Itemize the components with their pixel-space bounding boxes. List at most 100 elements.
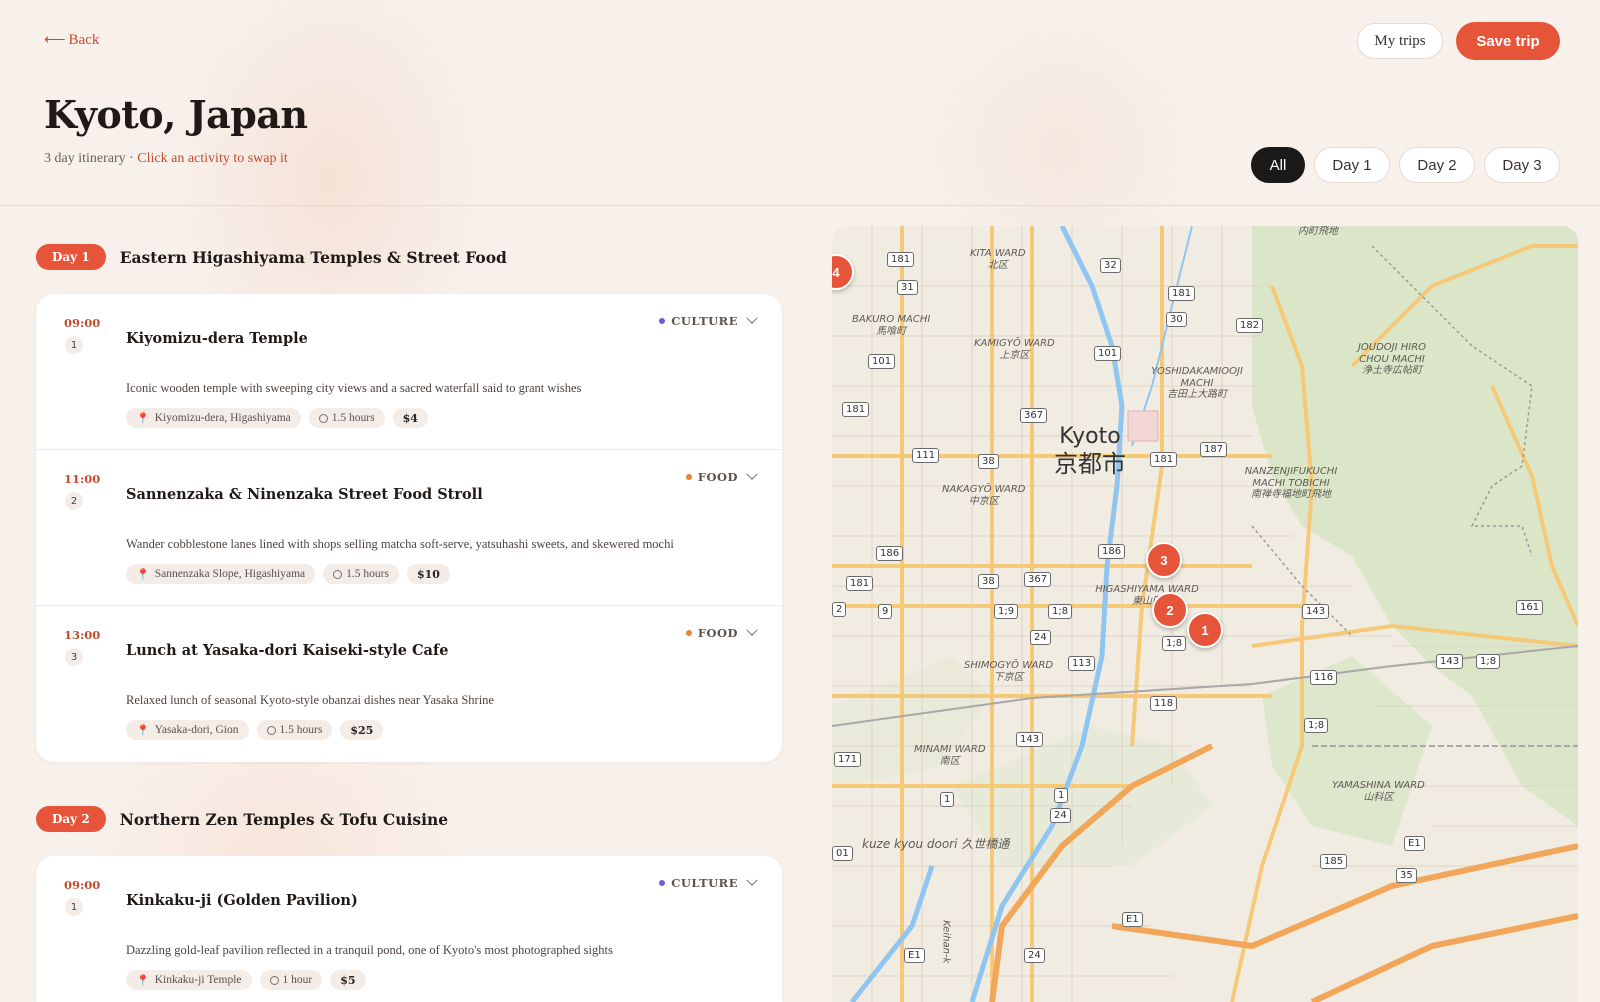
route-shield: 182: [1236, 318, 1264, 333]
route-shield: E1: [1404, 836, 1425, 851]
category-dot-icon: [659, 318, 666, 324]
city-label: Kyoto 京都市: [1054, 424, 1126, 479]
route-shield: 367: [1020, 408, 1048, 423]
category-toggle[interactable]: CULTURE: [659, 874, 758, 890]
category-toggle[interactable]: FOOD: [685, 468, 758, 484]
route-shield: 38: [978, 574, 999, 589]
route-shield: 24: [1030, 630, 1051, 645]
map-marker[interactable]: 1: [1187, 612, 1223, 648]
activity-tags: 📍 Kinkaku-ji Temple 1 hour $5: [126, 970, 366, 990]
ward-label: KITA WARD 北区: [970, 248, 1026, 271]
street-label: kuze kyou doori 久世橋通: [862, 837, 1010, 851]
route-shield: 186: [1098, 544, 1126, 559]
page-subtitle: 3 day itinerary · Click an activity to s…: [44, 151, 288, 167]
category-dot-icon: [685, 630, 692, 636]
route-shield: 1;8: [1304, 718, 1329, 733]
route-shield: 31: [897, 280, 918, 295]
activity-item[interactable]: 11:00 2 Sannenzaka & Ninenzaka Street Fo…: [36, 450, 782, 606]
cost-tag: $4: [392, 408, 428, 428]
day-2-header: Day 2 Northern Zen Temples & Tofu Cuisin…: [36, 806, 448, 832]
ward-label: YAMASHINA WARD 山科区: [1332, 780, 1425, 803]
save-trip-button[interactable]: Save trip: [1456, 22, 1560, 60]
map-view[interactable]: KITA WARD 北区 BAKURO MACHI 馬喰町 KAMIGYŌ WARD…: [832, 226, 1578, 1002]
day-2-card: 09:00 1 Kinkaku-ji (Golden Pavilion) CUL…: [36, 856, 782, 1002]
location-text: Kiyomizu-dera, Higashiyama: [154, 412, 291, 424]
my-trips-button[interactable]: My trips: [1357, 23, 1443, 59]
route-shield: 1;8: [1162, 636, 1187, 651]
location-text: Sannenzaka Slope, Higashiyama: [154, 568, 306, 580]
ward-label: JOUDOJI HIRO CHOU MACHI 浄土寺広帖町: [1357, 342, 1427, 376]
route-shield: 171: [834, 752, 862, 767]
map-pin-icon: 📍: [136, 974, 150, 987]
activity-number: 1: [65, 898, 83, 916]
back-link[interactable]: ⟵ Back: [44, 30, 99, 49]
map-pin-icon: 📍: [136, 724, 150, 737]
category-label: CULTURE: [671, 876, 738, 890]
route-shield: 181: [1168, 286, 1196, 301]
category-label: CULTURE: [671, 314, 738, 328]
ward-label: BAKURO MACHI 馬喰町: [852, 314, 931, 337]
activity-time: 09:00: [64, 316, 101, 330]
filter-day-1[interactable]: Day 1: [1314, 147, 1390, 183]
route-shield: 186: [876, 546, 904, 561]
chevron-down-icon: [746, 468, 758, 480]
activity-time: 13:00: [64, 628, 101, 642]
day-title: Northern Zen Temples & Tofu Cuisine: [119, 809, 449, 829]
activity-tags: 📍 Yasaka-dori, Gion 1.5 hours $25: [126, 720, 384, 740]
route-shield: 38: [978, 454, 999, 469]
route-shield: 181: [846, 576, 874, 591]
route-shield: 9: [878, 604, 893, 619]
chevron-down-icon: [746, 312, 758, 324]
day-1-card: 09:00 1 Kiyomizu-dera Temple CULTURE Ico…: [36, 294, 782, 762]
category-label: FOOD: [697, 470, 738, 484]
route-shield: 24: [1024, 948, 1045, 963]
route-shield: 143: [1302, 604, 1330, 619]
filter-day-2[interactable]: Day 2: [1399, 147, 1475, 183]
route-shield: 143: [1436, 654, 1464, 669]
cost-tag: $25: [340, 720, 384, 740]
activity-description: Iconic wooden temple with sweeping city …: [126, 381, 582, 395]
clock-icon: [318, 413, 328, 423]
route-shield: 143: [1016, 732, 1044, 747]
subtitle-text: 3 day itinerary ·: [44, 151, 138, 166]
route-shield: E1: [904, 948, 925, 963]
activity-number: 2: [65, 492, 83, 510]
activity-number: 1: [65, 336, 83, 354]
route-shield: 181: [887, 252, 915, 267]
location-tag: 📍 Yasaka-dori, Gion: [126, 720, 249, 740]
activity-item[interactable]: 13:00 3 Lunch at Yasaka-dori Kaiseki-sty…: [36, 606, 782, 762]
ward-label: MINAMI WARD 南区: [914, 744, 986, 767]
activity-title: Sannenzaka & Ninenzaka Street Food Strol…: [126, 486, 483, 503]
duration-tag: 1.5 hours: [256, 720, 333, 740]
route-shield: 2: [832, 602, 847, 617]
activity-item[interactable]: 09:00 1 Kinkaku-ji (Golden Pavilion) CUL…: [36, 856, 782, 1002]
route-shield: 30: [1166, 312, 1187, 327]
duration-text: 1.5 hours: [346, 568, 389, 580]
category-toggle[interactable]: FOOD: [685, 624, 758, 640]
map-marker[interactable]: 3: [1146, 542, 1182, 578]
chevron-down-icon: [746, 624, 758, 636]
route-shield: 101: [1094, 346, 1122, 361]
clock-icon: [333, 569, 343, 579]
filter-day-3[interactable]: Day 3: [1484, 147, 1560, 183]
page-title: Kyoto, Japan: [44, 92, 308, 137]
chevron-down-icon: [746, 874, 758, 886]
route-shield: 113: [1068, 656, 1096, 671]
route-shield: 1;8: [1048, 604, 1073, 619]
ward-label: SHIMOGYŌ WARD 下京区: [964, 660, 1054, 683]
location-tag: 📍 Kiyomizu-dera, Higashiyama: [126, 408, 301, 428]
activity-item[interactable]: 09:00 1 Kiyomizu-dera Temple CULTURE Ico…: [36, 294, 782, 450]
map-marker[interactable]: 2: [1152, 592, 1188, 628]
map-pin-icon: 📍: [136, 412, 150, 425]
route-shield: 1: [1054, 788, 1069, 803]
route-shield: 01: [832, 846, 853, 861]
duration-text: 1 hour: [282, 974, 313, 986]
street-label: Keihan-k: [940, 920, 952, 964]
duration-tag: 1.5 hours: [308, 408, 385, 428]
category-toggle[interactable]: CULTURE: [659, 312, 758, 328]
subtitle-hint: Click an activity to swap it: [137, 151, 288, 166]
ward-label: 内町飛地: [1298, 226, 1338, 237]
filter-all[interactable]: All: [1251, 147, 1305, 183]
activity-description: Dazzling gold-leaf pavilion reflected in…: [126, 943, 613, 957]
activity-description: Wander cobblestone lanes lined with shop…: [126, 537, 674, 551]
